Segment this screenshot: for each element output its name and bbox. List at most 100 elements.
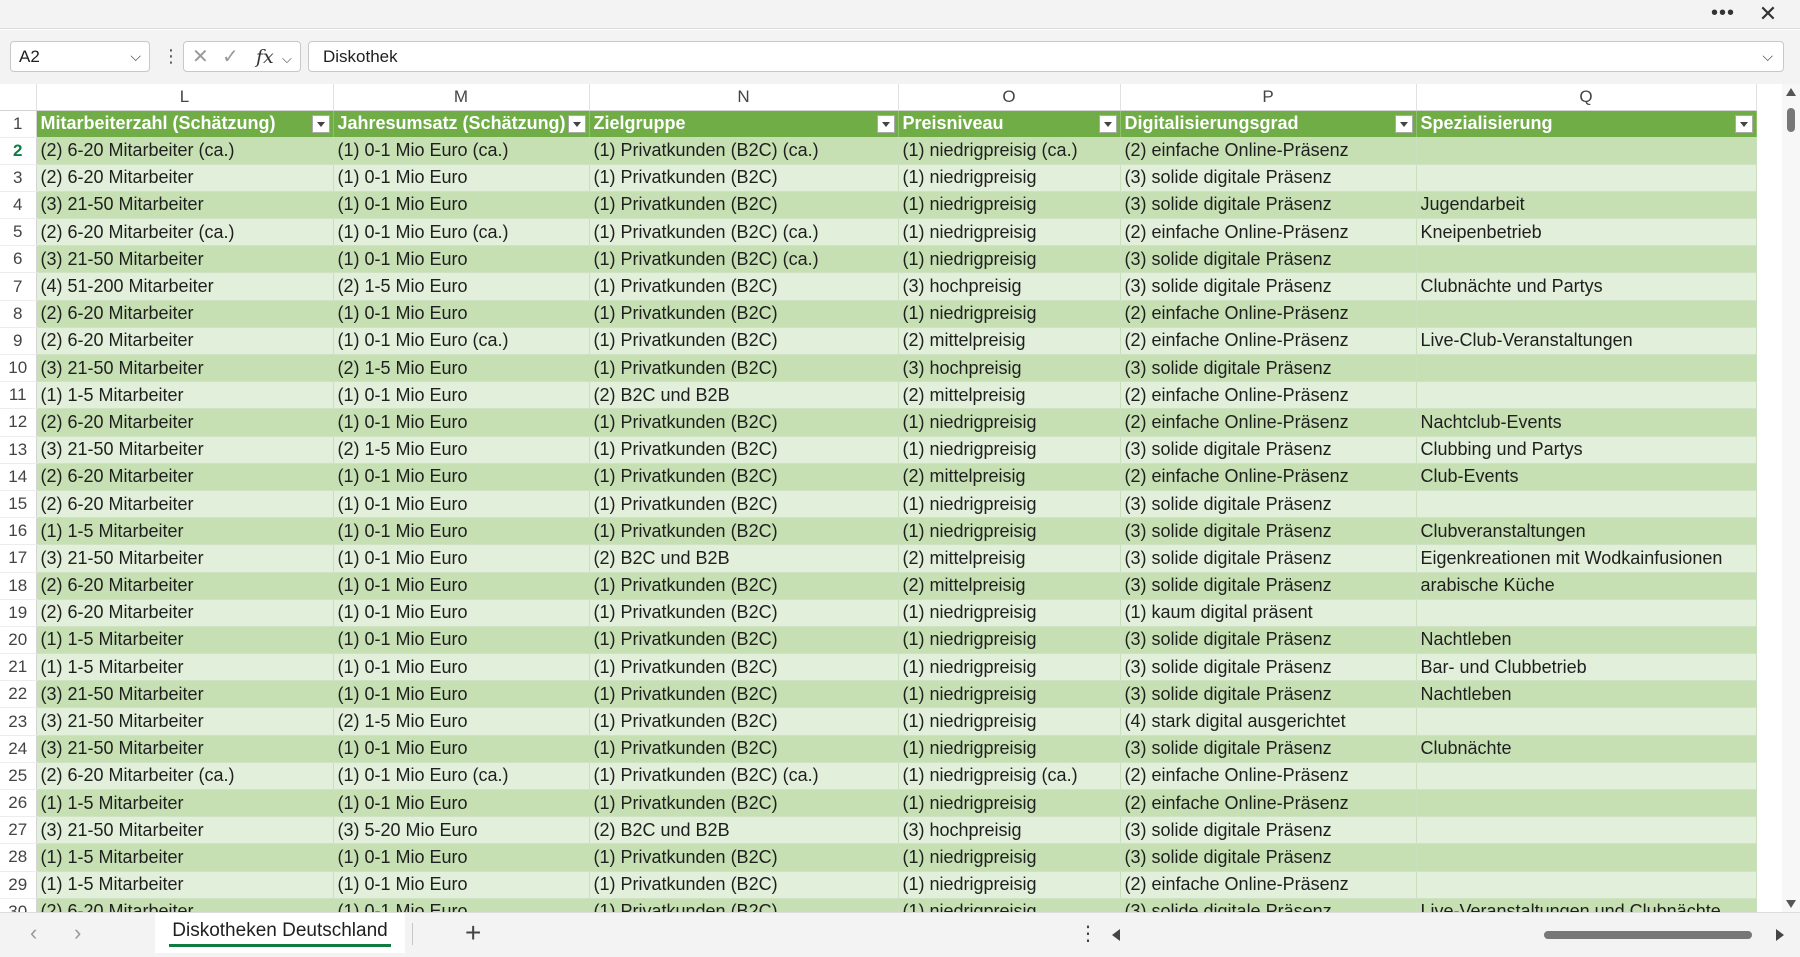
table-cell[interactable]: Jugendarbeit — [1416, 191, 1757, 220]
scroll-right-icon[interactable] — [1776, 929, 1784, 941]
select-all-corner[interactable] — [0, 84, 37, 111]
table-cell[interactable]: (2) mittelpreisig — [898, 463, 1121, 491]
table-cell[interactable]: (1) Privatkunden (B2C) — [589, 463, 899, 491]
table-cell[interactable] — [1416, 707, 1757, 736]
filter-dropdown-icon[interactable] — [1098, 114, 1117, 133]
table-cell[interactable]: (3) 21-50 Mitarbeiter — [36, 816, 334, 845]
table-cell[interactable]: (1) Privatkunden (B2C) — [589, 408, 899, 437]
table-cell[interactable]: (1) Privatkunden (B2C) (ca.) — [589, 762, 899, 791]
scroll-thumb[interactable] — [1544, 931, 1752, 939]
row-number[interactable]: 23 — [0, 707, 37, 736]
row-number[interactable]: 12 — [0, 408, 37, 437]
table-cell[interactable]: (1) niedrigpreisig — [898, 164, 1121, 192]
table-cell[interactable]: (2) mittelpreisig — [898, 327, 1121, 356]
table-cell[interactable]: (1) 0-1 Mio Euro — [333, 871, 590, 899]
row-number[interactable]: 30 — [0, 898, 37, 912]
table-cell[interactable]: (1) Privatkunden (B2C) — [589, 789, 899, 818]
table-cell[interactable]: (3) 5-20 Mio Euro — [333, 816, 590, 845]
vertical-dots-icon[interactable]: ⋮ — [1078, 921, 1098, 947]
table-cell[interactable]: (2) einfache Online-Präsenz — [1120, 789, 1417, 818]
horizontal-scrollbar[interactable] — [1108, 921, 1788, 947]
table-cell[interactable]: (2) einfache Online-Präsenz — [1120, 463, 1417, 491]
table-cell[interactable]: (2) 6-20 Mitarbeiter — [36, 300, 334, 328]
column-header[interactable]: O — [898, 84, 1121, 111]
table-cell[interactable]: Clubbing und Partys — [1416, 436, 1757, 464]
table-cell[interactable]: Live-Club-Veranstaltungen — [1416, 327, 1757, 356]
table-cell[interactable]: (1) 0-1 Mio Euro — [333, 653, 590, 682]
table-cell[interactable]: (1) Privatkunden (B2C) (ca.) — [589, 218, 899, 247]
table-cell[interactable]: Nachtclub-Events — [1416, 408, 1757, 437]
table-cell[interactable]: (3) solide digitale Präsenz — [1120, 436, 1417, 464]
table-cell[interactable]: (2) einfache Online-Präsenz — [1120, 327, 1417, 356]
column-header[interactable]: Q — [1416, 84, 1757, 111]
scroll-left-icon[interactable] — [1112, 929, 1120, 941]
insert-function-icon[interactable]: fx — [256, 45, 274, 69]
table-cell[interactable]: Nachtleben — [1416, 680, 1757, 709]
sheet-tab-active[interactable]: Diskotheken Deutschland — [155, 913, 405, 953]
table-cell[interactable]: (1) 0-1 Mio Euro — [333, 164, 590, 192]
table-cell[interactable]: (1) Privatkunden (B2C) — [589, 653, 899, 682]
row-number[interactable]: 6 — [0, 245, 37, 274]
table-cell[interactable]: (1) 0-1 Mio Euro — [333, 843, 590, 872]
table-cell[interactable]: (2) einfache Online-Präsenz — [1120, 218, 1417, 247]
chevron-down-icon[interactable]: ⌵ — [282, 47, 292, 71]
row-number[interactable]: 21 — [0, 653, 37, 682]
table-cell[interactable]: (1) 0-1 Mio Euro — [333, 381, 590, 410]
row-number[interactable]: 18 — [0, 572, 37, 600]
table-cell[interactable]: (3) hochpreisig — [898, 272, 1121, 301]
table-cell[interactable]: (1) kaum digital präsent — [1120, 599, 1417, 627]
table-cell[interactable]: (1) 0-1 Mio Euro — [333, 898, 590, 912]
row-number[interactable]: 19 — [0, 599, 37, 627]
row-number[interactable]: 29 — [0, 871, 37, 899]
table-cell[interactable]: Club-Events — [1416, 463, 1757, 491]
table-cell[interactable]: (1) Privatkunden (B2C) — [589, 517, 899, 546]
row-number[interactable]: 27 — [0, 816, 37, 845]
table-cell[interactable]: (1) 0-1 Mio Euro — [333, 191, 590, 220]
table-cell[interactable]: (1) Privatkunden (B2C) — [589, 599, 899, 627]
table-cell[interactable]: (1) niedrigpreisig — [898, 599, 1121, 627]
table-cell[interactable]: (3) 21-50 Mitarbeiter — [36, 354, 334, 383]
table-cell[interactable]: (1) 0-1 Mio Euro — [333, 599, 590, 627]
plus-icon[interactable]: + — [465, 917, 481, 949]
table-cell[interactable]: (2) einfache Online-Präsenz — [1120, 408, 1417, 437]
table-cell[interactable]: (4) 51-200 Mitarbeiter — [36, 272, 334, 301]
table-cell[interactable]: (1) 0-1 Mio Euro — [333, 300, 590, 328]
table-cell[interactable]: (1) niedrigpreisig — [898, 408, 1121, 437]
table-cell[interactable]: (3) 21-50 Mitarbeiter — [36, 707, 334, 736]
table-cell[interactable]: (1) niedrigpreisig (ca.) — [898, 137, 1121, 165]
row-number[interactable]: 28 — [0, 843, 37, 872]
table-cell[interactable]: (2) 6-20 Mitarbeiter — [36, 599, 334, 627]
table-cell[interactable]: (2) B2C und B2B — [589, 381, 899, 410]
row-number[interactable]: 4 — [0, 191, 37, 220]
table-cell[interactable]: (1) 0-1 Mio Euro — [333, 490, 590, 519]
table-cell[interactable]: Clubnächte — [1416, 735, 1757, 763]
table-cell[interactable]: (1) Privatkunden (B2C) — [589, 707, 899, 736]
table-cell[interactable]: (1) 0-1 Mio Euro — [333, 517, 590, 546]
filter-dropdown-icon[interactable] — [876, 114, 895, 133]
table-cell[interactable]: (1) Privatkunden (B2C) (ca.) — [589, 245, 899, 274]
table-cell[interactable]: (3) solide digitale Präsenz — [1120, 898, 1417, 912]
row-number[interactable]: 3 — [0, 164, 37, 192]
table-cell[interactable]: (1) niedrigpreisig — [898, 789, 1121, 818]
row-number[interactable]: 10 — [0, 354, 37, 383]
table-cell[interactable]: (1) Privatkunden (B2C) — [589, 327, 899, 356]
table-cell[interactable]: (3) solide digitale Präsenz — [1120, 517, 1417, 546]
table-cell[interactable]: (1) niedrigpreisig — [898, 436, 1121, 464]
filter-dropdown-icon[interactable] — [567, 114, 586, 133]
table-cell[interactable] — [1416, 843, 1757, 872]
row-number[interactable]: 15 — [0, 490, 37, 519]
table-cell[interactable]: (3) solide digitale Präsenz — [1120, 653, 1417, 682]
vertical-scrollbar[interactable] — [1782, 84, 1800, 912]
table-cell[interactable]: (3) solide digitale Präsenz — [1120, 164, 1417, 192]
column-header[interactable]: N — [589, 84, 899, 111]
chevron-down-icon[interactable]: ⌵ — [130, 42, 141, 71]
table-cell[interactable]: (1) 0-1 Mio Euro (ca.) — [333, 762, 590, 791]
table-cell[interactable]: (2) einfache Online-Präsenz — [1120, 762, 1417, 791]
table-cell[interactable] — [1416, 137, 1757, 165]
table-cell[interactable]: (1) 1-5 Mitarbeiter — [36, 517, 334, 546]
table-cell[interactable]: (1) Privatkunden (B2C) — [589, 898, 899, 912]
table-cell[interactable]: (1) niedrigpreisig — [898, 191, 1121, 220]
table-cell[interactable]: (1) Privatkunden (B2C) — [589, 436, 899, 464]
table-cell[interactable]: (3) solide digitale Präsenz — [1120, 191, 1417, 220]
table-cell[interactable]: (3) 21-50 Mitarbeiter — [36, 191, 334, 220]
